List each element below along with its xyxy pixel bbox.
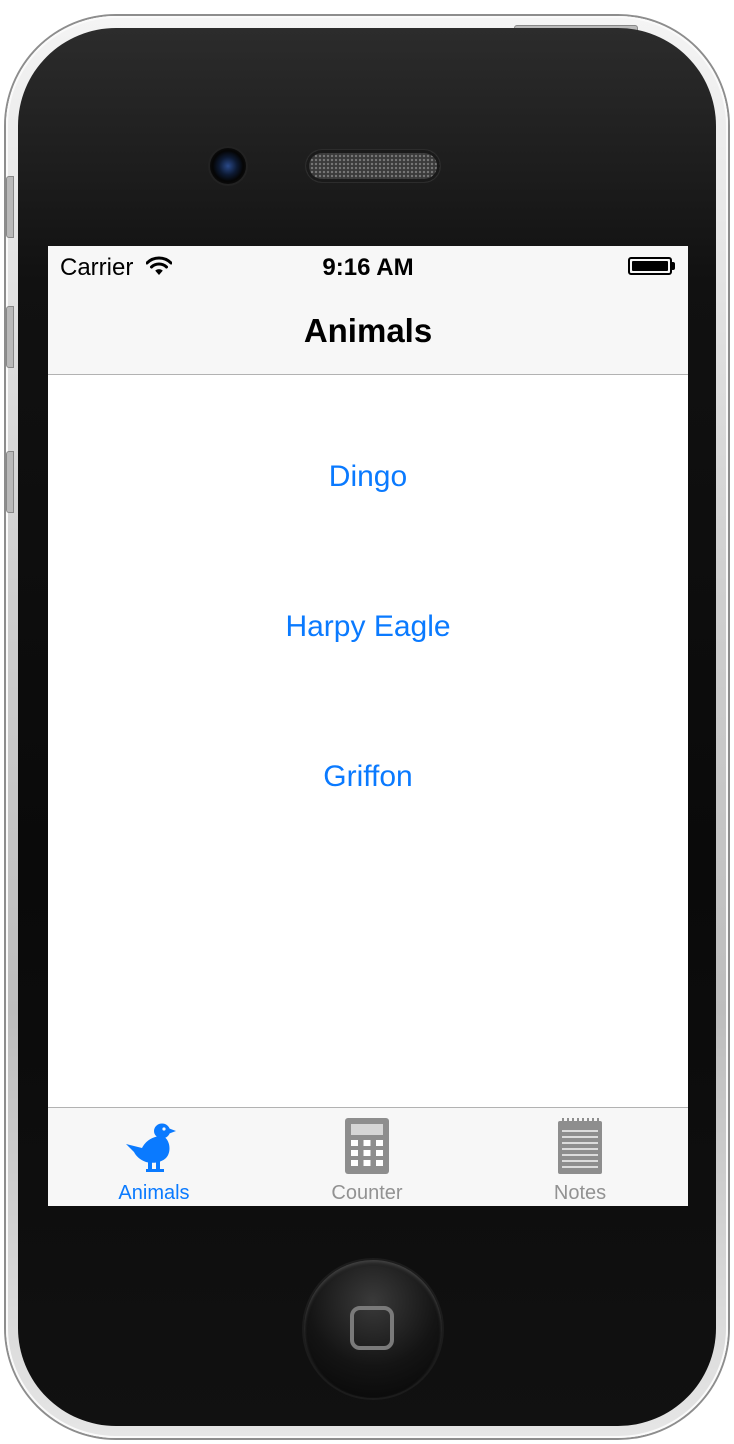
front-camera [210, 148, 246, 184]
battery-level [632, 261, 668, 271]
tab-counter[interactable]: Counter [261, 1108, 473, 1206]
tab-animals[interactable]: Animals [48, 1108, 260, 1206]
status-time: 9:16 AM [322, 254, 414, 281]
volume-up-button [6, 306, 14, 368]
harpy-eagle-button[interactable]: Harpy Eagle [168, 597, 568, 657]
tab-animals-label: Animals [118, 1182, 190, 1204]
bird-icon [124, 1118, 184, 1174]
status-bar: Carrier 9:16 AM [48, 246, 688, 286]
mute-switch [6, 176, 14, 238]
dingo-button[interactable]: Dingo [168, 447, 568, 507]
page-title: Animals [303, 312, 433, 349]
animals-content: Dingo Harpy Eagle Griffon [48, 375, 688, 1107]
tab-bar: Animals Counter Notes [48, 1107, 688, 1206]
tab-counter-label: Counter [331, 1182, 403, 1204]
home-button[interactable] [304, 1260, 442, 1398]
tab-notes-label: Notes [553, 1182, 607, 1204]
calculator-icon [337, 1118, 397, 1174]
battery-icon [628, 257, 672, 275]
navigation-bar: Animals [48, 286, 688, 375]
app-screen: Carrier 9:16 AM Animals Dingo Harpy Eagl… [48, 246, 688, 1206]
earpiece-speaker [306, 150, 440, 182]
griffon-button[interactable]: Griffon [168, 747, 568, 807]
volume-down-button [6, 451, 14, 513]
battery-tip [672, 262, 675, 270]
tab-notes[interactable]: Notes [474, 1108, 686, 1206]
home-square-icon [350, 1306, 394, 1350]
notepad-icon [550, 1118, 610, 1174]
